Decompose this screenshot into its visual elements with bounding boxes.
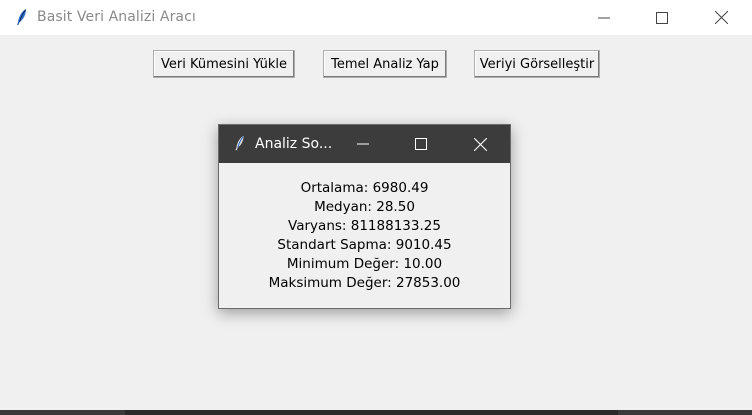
visualize-data-button[interactable]: Veriyi Görselleştir: [474, 50, 600, 78]
feather-icon: [12, 7, 32, 27]
load-dataset-button[interactable]: Veri Kümesini Yükle: [153, 50, 295, 78]
minimize-icon[interactable]: [575, 0, 633, 35]
dialog-close-icon[interactable]: [455, 125, 505, 163]
result-median: Medyan: 28.50: [314, 199, 415, 215]
taskbar-edge: [0, 410, 752, 415]
dialog-title: Analiz So...: [255, 136, 333, 152]
window-title: Basit Veri Analizi Aracı: [37, 9, 196, 25]
close-icon[interactable]: [692, 0, 750, 35]
main-window: Basit Veri Analizi Aracı Veri Kümesini Y…: [0, 0, 752, 410]
feather-icon: [231, 134, 249, 152]
basic-analysis-button[interactable]: Temel Analiz Yap: [323, 50, 447, 78]
maximize-icon[interactable]: [633, 0, 691, 35]
results-list: Ortalama: 6980.49 Medyan: 28.50 Varyans:…: [219, 179, 510, 293]
result-mean: Ortalama: 6980.49: [300, 180, 429, 196]
analysis-results-dialog: Analiz So... Ortalama: 6980.49 Medyan: 2…: [218, 124, 511, 309]
result-std-dev: Standart Sapma: 9010.45: [277, 237, 452, 253]
result-variance: Varyans: 81188133.25: [288, 218, 441, 234]
dialog-title-bar[interactable]: Analiz So...: [219, 125, 510, 163]
dialog-maximize-icon[interactable]: [396, 125, 446, 163]
dialog-minimize-icon[interactable]: [338, 125, 388, 163]
result-minimum: Minimum Değer: 10.00: [286, 256, 443, 272]
title-bar[interactable]: Basit Veri Analizi Aracı: [0, 0, 752, 35]
result-maximum: Maksimum Değer: 27853.00: [268, 275, 461, 291]
